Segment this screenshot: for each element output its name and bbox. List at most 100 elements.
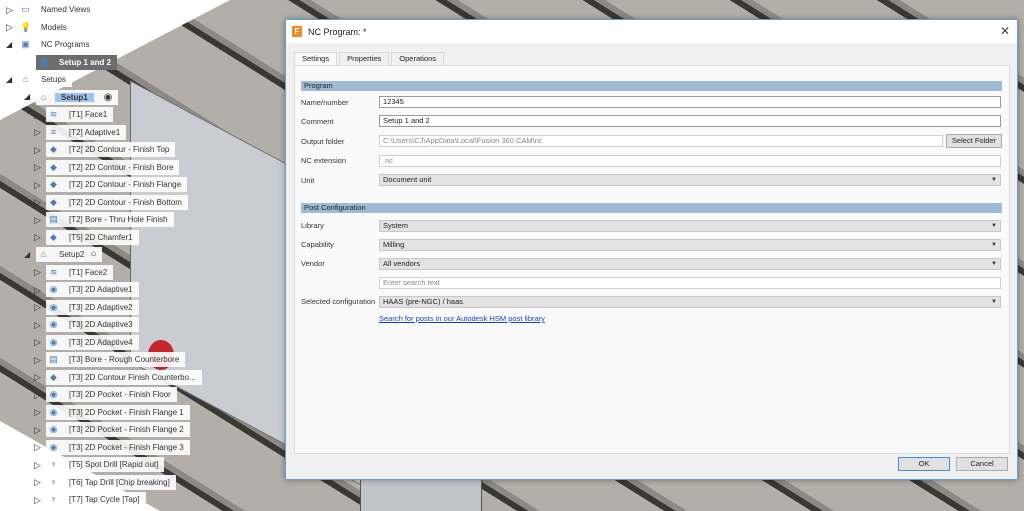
expand-arrow-icon[interactable]: ▷ <box>34 337 42 347</box>
tree-node[interactable]: ◉ [T3] 2D Pocket - Finish Flange 3 <box>46 439 190 455</box>
expand-arrow-icon[interactable]: ▷ <box>34 162 42 172</box>
tree-item[interactable]: ▷ ♆ [T7] Tap Cycle [Tap] <box>34 492 146 507</box>
tree-item[interactable]: ▷ ≋ [T1] Face1 <box>34 107 114 122</box>
ok-button[interactable]: OK <box>898 457 950 471</box>
collapse-arrow-icon[interactable]: ◢ <box>24 92 32 102</box>
tree-item[interactable]: ▷ ◉ [T3] 2D Pocket - Finish Floor <box>34 387 177 402</box>
tree-node[interactable]: ◆ [T2] 2D Contour - Finish Top <box>46 142 176 157</box>
expand-arrow-icon[interactable]: ▷ <box>34 145 42 155</box>
expand-arrow-icon[interactable]: ▷ <box>34 180 42 190</box>
tree-node[interactable]: ◆ [T2] 2D Contour - Finish Bore <box>46 159 180 175</box>
tab-properties[interactable]: Properties <box>339 52 390 65</box>
output-folder-input[interactable]: C:\Users\CJ\AppData\Local\Fusion 360 CAM… <box>379 135 943 147</box>
tree-node[interactable]: ◉ [T3] 2D Adaptive1 <box>46 282 139 297</box>
active-setup-radio-icon[interactable]: ◉ <box>104 92 113 103</box>
tree-node[interactable]: ♆ [T7] Tap Cycle [Tap] <box>46 492 146 507</box>
tab-operations[interactable]: Operations <box>391 52 444 65</box>
expand-arrow-icon[interactable]: ▷ <box>34 285 42 295</box>
library-select[interactable]: System <box>379 220 1001 232</box>
tree-item[interactable]: ▷ ◉ [T3] 2D Pocket - Finish Flange 2 <box>34 422 190 437</box>
cancel-button[interactable]: Cancel <box>956 457 1008 471</box>
tree-item[interactable]: ◢ ⌂ Setups <box>6 72 72 87</box>
tree-node[interactable]: ◉ [T3] 2D Pocket - Finish Flange 2 <box>46 422 190 437</box>
expand-arrow-icon[interactable]: ▷ <box>34 302 42 312</box>
collapse-arrow-icon[interactable]: ◢ <box>6 75 14 85</box>
expand-arrow-icon[interactable]: ▷ <box>34 372 42 382</box>
tree-node[interactable]: ◉ [T3] 2D Pocket - Finish Floor <box>46 387 177 402</box>
tree-node[interactable]: ◉ [T3] 2D Adaptive2 <box>46 299 139 315</box>
expand-arrow-icon[interactable]: ▷ <box>34 355 42 365</box>
tree-item[interactable]: ◢ ⌂ Setup1 ◉ <box>24 89 119 105</box>
comment-input[interactable]: Setup 1 and 2 <box>379 115 1001 127</box>
tree-item[interactable]: ▣ Setup 1 and 2 <box>24 54 118 70</box>
expand-arrow-icon[interactable]: ▷ <box>34 407 42 417</box>
unit-select[interactable]: Document unit <box>379 174 1001 186</box>
tree-item[interactable]: ▷ ♆ [T6] Tap Drill [Chip breaking] <box>34 474 176 490</box>
expand-arrow-icon[interactable]: ▷ <box>6 22 14 32</box>
expand-arrow-icon[interactable]: ▷ <box>6 5 14 15</box>
expand-arrow-icon[interactable]: ▷ <box>34 442 42 452</box>
tree-item[interactable]: ▷ ≋ [T1] Face2 <box>34 264 114 280</box>
tree-node[interactable]: ▣ Setup 1 and 2 <box>36 54 118 70</box>
tree-item[interactable]: ▷ ◆ [T2] 2D Contour - Finish Bore <box>34 159 180 175</box>
expand-arrow-icon[interactable]: ▷ <box>34 320 42 330</box>
tree-item[interactable]: ▷ ◆ [T5] 2D Chamfer1 <box>34 229 139 245</box>
active-setup-radio-icon[interactable]: ○ <box>90 249 96 260</box>
tree-node[interactable]: ⌂ Setup1 ◉ <box>36 89 119 105</box>
tree-item[interactable]: ▷ ◉ [T3] 2D Adaptive1 <box>34 282 139 297</box>
tree-node[interactable]: ≋ [T1] Face1 <box>46 107 114 122</box>
tree-item[interactable]: ▷ ◉ [T3] 2D Pocket - Finish Flange 1 <box>34 404 190 420</box>
tree-item[interactable]: ◢ ⌂ Setup2 ○ <box>24 247 103 262</box>
tree-item[interactable]: ▷ 💡 Models <box>6 19 73 35</box>
capability-select[interactable]: Milling <box>379 239 1001 251</box>
select-folder-button[interactable]: Select Folder <box>946 134 1002 148</box>
tree-node[interactable]: ≡ [T2] Adaptive1 <box>46 124 127 140</box>
name-input[interactable]: 12345 <box>379 96 1001 108</box>
tree-item[interactable]: ▷ ≡ [T2] Adaptive1 <box>34 124 127 140</box>
expand-arrow-icon[interactable]: ▷ <box>34 110 42 120</box>
post-search-input[interactable]: Enter search text <box>379 277 1001 289</box>
tree-item[interactable]: ▷ ◉ [T3] 2D Adaptive3 <box>34 317 139 332</box>
tree-item[interactable]: ▷ ♆ [T5] Spot Drill [Rapid out] <box>34 457 165 472</box>
tree-node[interactable]: ◆ [T5] 2D Chamfer1 <box>46 229 139 245</box>
tree-item[interactable]: ▷ ◆ [T2] 2D Contour - Finish Bottom <box>34 194 188 210</box>
tree-node[interactable]: ♆ [T6] Tap Drill [Chip breaking] <box>46 474 176 490</box>
tree-item[interactable]: ▷ ▤ [T3] Bore - Rough Counterbore <box>34 352 186 367</box>
expand-arrow-icon[interactable]: ▷ <box>34 495 42 505</box>
tree-node[interactable]: ♆ [T5] Spot Drill [Rapid out] <box>46 457 165 472</box>
post-library-link[interactable]: Search for posts in our Autodesk HSM pos… <box>379 314 545 323</box>
expand-arrow-icon[interactable]: ▷ <box>34 215 42 225</box>
nc-extension-input[interactable]: .nc <box>379 155 1001 167</box>
tree-item[interactable]: ▷ ◉ [T3] 2D Adaptive2 <box>34 299 139 315</box>
tree-node[interactable]: ⌂ Setup2 ○ <box>36 247 103 262</box>
tree-item[interactable]: ▷ ◆ [T3] 2D Contour Finish Counterbo... <box>34 369 202 385</box>
close-icon[interactable]: ✕ <box>1000 24 1010 38</box>
tree-node[interactable]: ◆ [T2] 2D Contour - Finish Bottom <box>46 194 188 210</box>
selected-config-select[interactable]: HAAS (pre-NGC) / haas <box>379 296 1001 308</box>
collapse-arrow-icon[interactable]: ◢ <box>6 40 14 50</box>
vendor-select[interactable]: All vendors <box>379 258 1001 270</box>
tree-node[interactable]: ◉ [T3] 2D Adaptive3 <box>46 317 139 332</box>
tree-item[interactable]: ▷ ◆ [T2] 2D Contour - Finish Flange <box>34 177 188 192</box>
tree-node[interactable]: ▤ [T2] Bore - Thru Hole Finish <box>46 212 174 227</box>
expand-arrow-icon[interactable]: ▷ <box>34 390 42 400</box>
expand-arrow-icon[interactable]: ▷ <box>34 232 42 242</box>
tree-node[interactable]: ◉ [T3] 2D Adaptive4 <box>46 334 139 350</box>
expand-arrow-icon[interactable]: ▷ <box>34 267 42 277</box>
tree-node[interactable]: ◉ [T3] 2D Pocket - Finish Flange 1 <box>46 404 190 420</box>
tree-item[interactable]: ▷ ▤ [T2] Bore - Thru Hole Finish <box>34 212 174 227</box>
tree-node[interactable]: ◆ [T3] 2D Contour Finish Counterbo... <box>46 369 202 385</box>
tree-item[interactable]: ▷ ▭ Named Views <box>6 2 97 17</box>
tree-item[interactable]: ▷ ◉ [T3] 2D Pocket - Finish Flange 3 <box>34 439 190 455</box>
tree-node[interactable]: 💡 Models <box>18 19 73 35</box>
tree-node[interactable]: ▣ NC Programs <box>18 37 96 52</box>
tree-node[interactable]: ⌂ Setups <box>18 72 72 87</box>
expand-arrow-icon[interactable]: ▷ <box>34 460 42 470</box>
tree-item[interactable]: ▷ ◆ [T2] 2D Contour - Finish Top <box>34 142 176 157</box>
tree-item[interactable]: ▷ ◉ [T3] 2D Adaptive4 <box>34 334 139 350</box>
expand-arrow-icon[interactable]: ▷ <box>34 127 42 137</box>
expand-arrow-icon[interactable]: ▷ <box>34 477 42 487</box>
tab-settings[interactable]: Settings <box>294 52 338 65</box>
tree-node[interactable]: ◆ [T2] 2D Contour - Finish Flange <box>46 177 188 192</box>
tree-node[interactable]: ▭ Named Views <box>18 2 97 17</box>
